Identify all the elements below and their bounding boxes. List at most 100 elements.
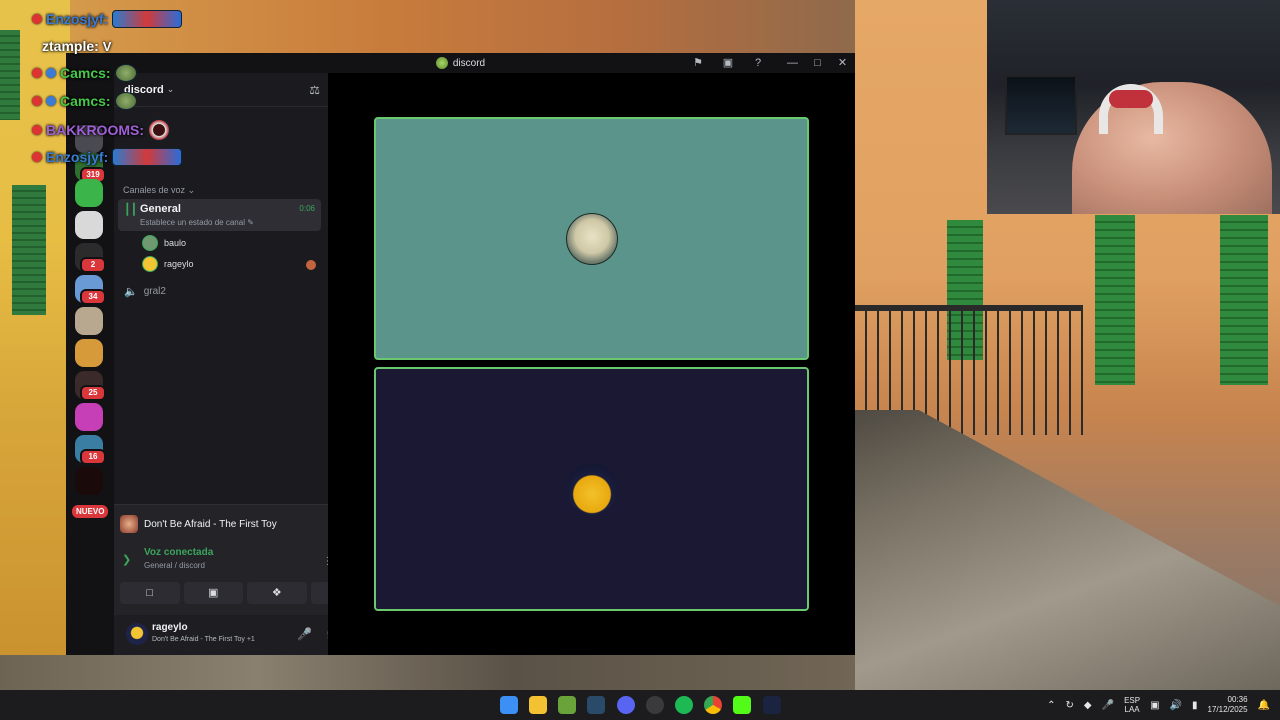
chevron-down-icon: ⌄ (166, 84, 175, 94)
server-avatar (75, 403, 103, 431)
obs-icon[interactable] (646, 696, 664, 714)
server-icon[interactable]: 34 (75, 275, 106, 305)
sync-icon[interactable]: ↻ (1066, 700, 1074, 711)
chevron-up-icon[interactable]: ⌃ (1047, 700, 1055, 711)
server-icon[interactable] (75, 211, 103, 239)
add-member-icon[interactable]: ⚖ (309, 83, 320, 97)
new-badge[interactable]: NUEVO (72, 505, 109, 518)
participant-tile[interactable] (374, 367, 809, 611)
minecraft-icon[interactable] (558, 696, 576, 714)
channel-status[interactable]: Establece un estado de canal ✎ (140, 218, 254, 227)
channel-name: General (140, 203, 181, 215)
clock-time: 00:36 (1227, 695, 1248, 704)
chat-emote (114, 92, 137, 110)
participant-tile[interactable] (374, 117, 809, 360)
chat-line: Enzosjyf: (32, 148, 183, 166)
headset-band (1109, 90, 1153, 108)
server-icon[interactable] (75, 339, 103, 367)
server-icon[interactable] (75, 307, 103, 335)
chat-badge-icon (32, 125, 42, 135)
wallpaper-stone-wall (855, 410, 1280, 690)
help-icon[interactable]: ? (743, 55, 773, 71)
file-explorer-icon[interactable] (529, 696, 547, 714)
chat-badge-icon (32, 152, 42, 162)
inbox-flag-icon[interactable]: ⚑ (683, 55, 713, 71)
battery-icon[interactable]: ▮ (1192, 700, 1198, 711)
clock[interactable]: 00:36 17/12/2025 (1208, 695, 1248, 715)
wallpaper-shutter (0, 30, 20, 120)
avatar (142, 256, 158, 272)
window-controls: — □ ✕ (780, 55, 855, 71)
app-icon[interactable] (763, 696, 781, 714)
speaker-icon: 🔈 (124, 286, 138, 298)
maximize-button[interactable]: □ (805, 55, 830, 71)
unread-badge: 16 (80, 449, 106, 465)
voice-user-name: rageylo (164, 259, 194, 269)
user-name: rageylo (152, 622, 188, 633)
window-title: discord (435, 57, 485, 69)
wallpaper-shutter (1220, 215, 1268, 385)
guild-header[interactable]: discord ⌄ ⚖ (114, 73, 328, 107)
chat-username: ztample: (42, 38, 99, 54)
screen-icon[interactable]: ▣ (713, 55, 743, 71)
server-icon[interactable] (75, 403, 103, 431)
clock-date: 17/12/2025 (1207, 705, 1248, 714)
participant-avatar (565, 212, 618, 265)
volume-icon[interactable]: 🔊 (1170, 700, 1182, 711)
voice-call-stage (328, 73, 855, 655)
album-art-icon (120, 515, 138, 533)
microphone-icon[interactable]: 🎤 (1102, 700, 1114, 711)
close-button[interactable]: ✕ (830, 55, 855, 71)
avatar[interactable] (126, 623, 148, 645)
user-activity: Don't Be Afraid - The First Toy +1 (152, 636, 255, 643)
avatar (142, 235, 158, 251)
server-icon[interactable]: 25 (75, 371, 106, 401)
shield-icon[interactable]: ◆ (1084, 700, 1092, 711)
screen-share-icon[interactable]: ▣ (183, 582, 243, 604)
kick-icon[interactable] (733, 696, 751, 714)
voice-category-label[interactable]: Canales de voz ⌄ (123, 185, 195, 196)
discord-logo-icon (435, 57, 448, 69)
webcam-background-window (1005, 75, 1077, 135)
camera-off-icon[interactable]: □ (120, 582, 180, 604)
start-icon[interactable] (500, 696, 518, 714)
server-avatar (75, 179, 103, 207)
titlebar-tools: ⚑ ▣ ? (683, 55, 773, 71)
server-icon[interactable]: 16 (75, 435, 106, 465)
chat-line: BAKKROOMS: (32, 119, 170, 141)
server-avatar (75, 467, 103, 495)
voice-timer: 0:06 (299, 204, 315, 213)
keyboard-layout: LAA (1124, 705, 1140, 714)
server-avatar (75, 211, 103, 239)
chat-username: Camcs: (60, 93, 111, 109)
discord-icon[interactable] (617, 696, 635, 714)
discord-window: discord ⚑ ▣ ? — □ ✕ 319 2 34 25 16 NUEVO… (66, 53, 855, 655)
microphone-icon[interactable]: 🎤 (297, 627, 312, 641)
wallpaper-shutter (12, 185, 46, 315)
voice-status[interactable]: Voz conectada (144, 547, 213, 558)
chat-line: Enzosjyf: (32, 10, 183, 28)
server-icon[interactable] (75, 467, 103, 495)
voice-user[interactable]: baulo (142, 235, 322, 251)
system-tray: ⌃ ↻ ◆ 🎤 ESP LAA ▣ 🔊 ▮ 00:36 17/12/2025 🔔 (1047, 690, 1270, 720)
title-bar[interactable]: discord ⚑ ▣ ? — □ ✕ (66, 53, 855, 73)
voice-user[interactable]: rageylo (142, 256, 322, 272)
taskbar: ⌃ ↻ ◆ 🎤 ESP LAA ▣ 🔊 ▮ 00:36 17/12/2025 🔔 (0, 690, 1280, 720)
server-icon[interactable]: 2 (75, 243, 106, 273)
steam-icon[interactable] (587, 696, 605, 714)
language-indicator[interactable]: ESP LAA (1124, 696, 1140, 714)
chrome-icon[interactable] (704, 696, 722, 714)
voice-user-name: baulo (164, 238, 187, 248)
server-icon[interactable] (75, 179, 103, 207)
server-avatar (75, 339, 103, 367)
chat-badge-icon (46, 68, 56, 78)
spotify-icon[interactable] (675, 696, 693, 714)
wallpaper-shutter (1095, 215, 1135, 385)
notification-icon[interactable]: 🔔 (1258, 700, 1270, 711)
voice-channel-gral2[interactable]: 🔈 gral2 (124, 285, 166, 298)
activities-icon[interactable]: ❖ (247, 582, 307, 604)
voice-channel-general[interactable]: ┃┃ General 0:06 Establece un estado de c… (118, 199, 321, 231)
chat-username: Enzosjyf: (46, 149, 109, 165)
minimize-button[interactable]: — (780, 55, 805, 71)
network-icon[interactable]: ▣ (1150, 700, 1159, 711)
